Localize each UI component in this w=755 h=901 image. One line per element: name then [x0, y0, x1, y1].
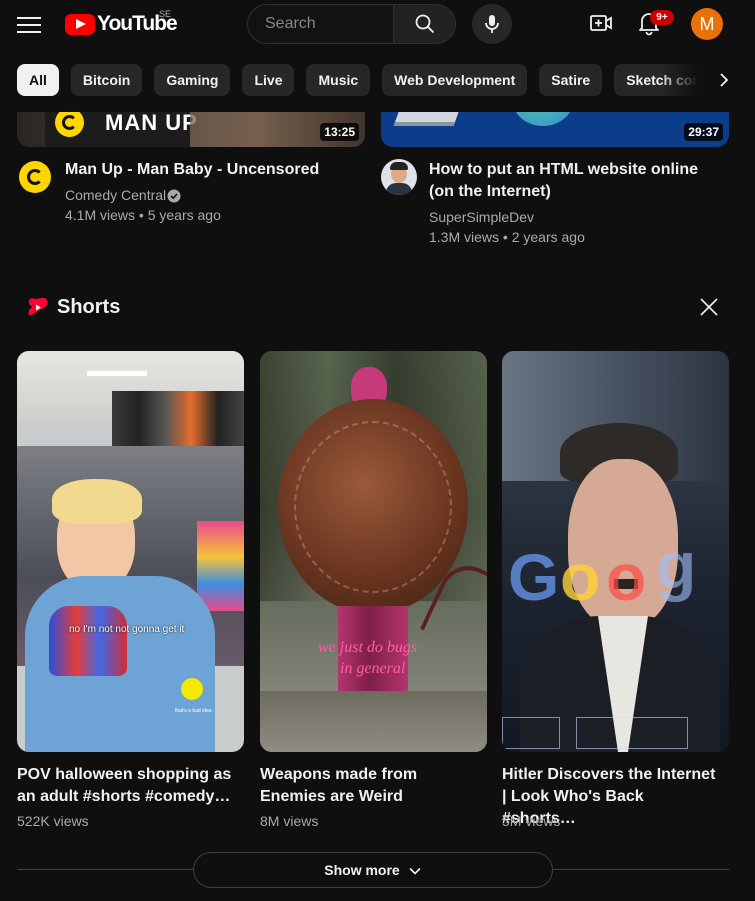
- short-thumbnail[interactable]: no I'm not not gonna get it that's a bad…: [17, 351, 244, 752]
- section-divider-right: [553, 869, 729, 870]
- short-title-line1[interactable]: POV halloween shopping as: [17, 764, 232, 786]
- video-stats: 1.3M views • 2 years ago: [429, 229, 585, 245]
- shorts-close-button[interactable]: [694, 292, 724, 322]
- video-duration: 29:37: [684, 123, 723, 141]
- mic-icon: [485, 15, 499, 33]
- clothes-rack: [112, 391, 244, 451]
- held-bottles: [49, 606, 127, 676]
- chip-live[interactable]: Live: [242, 64, 295, 96]
- video-title[interactable]: Man Up - Man Baby - Uncensored: [65, 159, 319, 181]
- verified-icon: [167, 189, 181, 203]
- chips-next-button[interactable]: [706, 64, 742, 96]
- thumbnail-title-text: MAN UP: [105, 110, 198, 135]
- account-avatar[interactable]: M: [691, 8, 723, 40]
- channel-avatar[interactable]: [17, 159, 53, 195]
- chip-bitcoin[interactable]: Bitcoin: [70, 64, 143, 96]
- short-title-line2[interactable]: an adult #shorts #comedy…: [17, 786, 232, 808]
- short-caption-line1: we just do bugs: [318, 639, 418, 656]
- country-code: SE: [159, 9, 172, 19]
- video-duration: 13:25: [320, 123, 359, 141]
- short-views: 5M views: [502, 813, 561, 829]
- category-chips-bar: All Bitcoin Gaming Live Music Web Development…: [0, 48, 755, 112]
- view-count: 4.1M views: [65, 207, 136, 223]
- create-icon: [590, 15, 612, 31]
- short-title-line1[interactable]: Hitler Discovers the Internet: [502, 764, 717, 786]
- youtube-play-icon: [65, 13, 95, 35]
- shorts-section-title: Shorts: [57, 296, 121, 318]
- upload-age: 5 years ago: [147, 207, 221, 223]
- short-title-line2[interactable]: Enemies are Weird: [260, 786, 475, 808]
- short-thumbnail[interactable]: we just do bugs in general: [260, 351, 487, 752]
- rock-ground: [260, 691, 487, 752]
- top-header: YouTube SE 9+ M: [0, 0, 755, 48]
- screen-ui-box1: [502, 717, 560, 749]
- show-more-button[interactable]: Show more: [193, 852, 553, 888]
- short-views: 522K views: [17, 813, 89, 829]
- create-button[interactable]: [588, 10, 614, 36]
- chip-gaming[interactable]: Gaming: [154, 64, 231, 96]
- logo-letter-g: G: [508, 540, 560, 614]
- short-title-line1[interactable]: Weapons made from: [260, 764, 475, 786]
- notification-badge: 9+: [650, 10, 674, 25]
- channel-avatar-body: [386, 183, 412, 195]
- screen-ui-box2: [576, 717, 688, 749]
- logo-letter-o1: o: [560, 540, 601, 614]
- shorts-logo-icon: [28, 297, 48, 316]
- short-views: 8M views: [260, 813, 319, 829]
- crab-shield-rim: [294, 421, 452, 593]
- chip-all[interactable]: All: [17, 64, 59, 96]
- logo-letter-o2: o: [606, 540, 647, 614]
- voice-search-button[interactable]: [472, 4, 512, 44]
- ceiling-lights: [87, 371, 147, 376]
- short-caption: no I'm not not gonna get it: [69, 624, 185, 635]
- chip-web-development[interactable]: Web Development: [382, 64, 528, 96]
- menu-icon[interactable]: [17, 14, 41, 34]
- show-more-label: Show more: [324, 862, 400, 878]
- comedy-central-avatar-icon: [19, 161, 51, 193]
- short-thumbnail[interactable]: G o o g: [502, 351, 729, 752]
- lightbulb-sticker: [181, 678, 203, 700]
- search-input[interactable]: [248, 5, 393, 43]
- search-box: [247, 4, 393, 44]
- chip-satire[interactable]: Satire: [539, 64, 603, 96]
- video-stats: 4.1M views • 5 years ago: [65, 207, 221, 223]
- channel-name[interactable]: Comedy Central: [65, 185, 166, 205]
- close-icon: [700, 298, 718, 316]
- search-icon: [415, 14, 435, 34]
- channel-avatar-hair: [390, 162, 408, 170]
- chevron-down-icon: [409, 868, 421, 875]
- short-caption-line2: in general: [340, 660, 406, 677]
- channel-name[interactable]: SuperSimpleDev: [429, 207, 534, 227]
- comedy-central-logo: [55, 108, 84, 137]
- search-button[interactable]: [393, 4, 456, 44]
- sticker-caption: that's a bad idea: [175, 708, 212, 714]
- video-title-line1[interactable]: How to put an HTML website online: [429, 159, 698, 181]
- chip-music[interactable]: Music: [306, 64, 371, 96]
- channel-avatar[interactable]: [381, 159, 417, 195]
- upload-age: 2 years ago: [511, 229, 585, 245]
- logo-letter-g2: g: [656, 528, 697, 602]
- view-count: 1.3M views: [429, 229, 500, 245]
- colorful-merch: [197, 521, 244, 611]
- video-title-line2[interactable]: (on the Internet): [429, 181, 551, 203]
- chevron-right-icon: [720, 73, 729, 87]
- person-hair: [52, 479, 142, 524]
- chips-list: All Bitcoin Gaming Live Music Web Development…: [17, 64, 741, 96]
- section-divider-left: [17, 869, 193, 870]
